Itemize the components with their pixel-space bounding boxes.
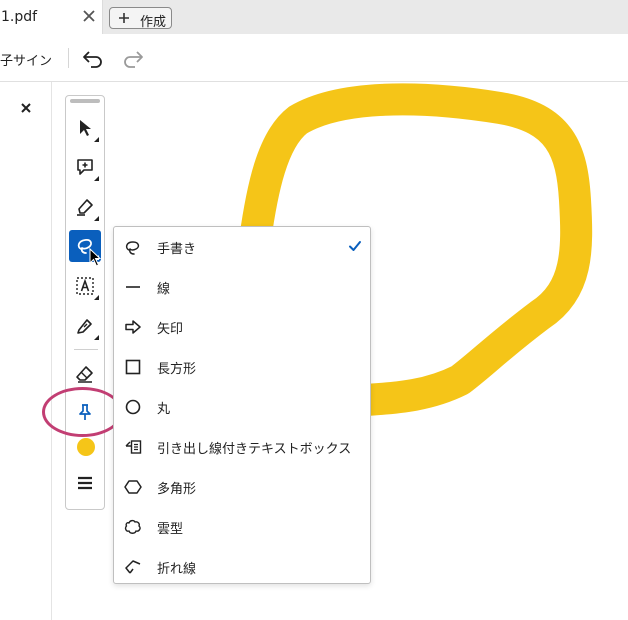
mouse-cursor-icon: [89, 248, 102, 267]
submenu-indicator: [94, 335, 99, 340]
select-tool[interactable]: [69, 112, 101, 144]
polyline-icon: [125, 560, 141, 574]
menu-item-label: 多角形: [157, 482, 197, 497]
menu-item-freehand[interactable]: 手書き: [114, 227, 370, 267]
ink-color-swatch[interactable]: [77, 438, 95, 456]
highlighter-icon: [77, 199, 93, 216]
menu-item-cloud[interactable]: 雲型: [114, 507, 370, 547]
menu-item-label: 引き出し線付きテキストボックス: [157, 442, 352, 457]
menu-item-callout[interactable]: 引き出し線付きテキストボックス: [114, 427, 370, 467]
redo-icon[interactable]: [120, 46, 146, 70]
submenu-indicator: [94, 295, 99, 300]
submenu-indicator: [94, 216, 99, 221]
eraser-icon: [76, 366, 93, 383]
submenu-indicator: [94, 176, 99, 181]
text-box-icon: [76, 277, 94, 295]
command-toolbar: 子サイン: [0, 34, 628, 82]
submenu-indicator: [94, 137, 99, 142]
line-weight-icon: [78, 476, 92, 490]
sign-tool[interactable]: [69, 310, 101, 342]
menu-item-label: 線: [157, 282, 171, 297]
text-box-tool[interactable]: [69, 270, 101, 302]
rail-grip[interactable]: [70, 99, 100, 103]
menu-item-rectangle[interactable]: 長方形: [114, 347, 370, 387]
menu-item-line[interactable]: 線: [114, 267, 370, 307]
menu-item-polygon[interactable]: 多角形: [114, 467, 370, 507]
close-panel-icon[interactable]: [19, 101, 33, 115]
freehand-icon: [125, 241, 140, 255]
document-tab[interactable]: 1.pdf: [0, 0, 103, 34]
menu-item-polyline[interactable]: 折れ線: [114, 547, 370, 587]
menu-item-label: 雲型: [157, 522, 184, 537]
menu-item-label: 長方形: [157, 362, 197, 377]
menu-item-label: 手書き: [157, 242, 197, 257]
highlight-tool[interactable]: [69, 191, 101, 223]
close-icon[interactable]: [82, 9, 96, 23]
tab-title: 1.pdf: [1, 9, 38, 25]
pen-sign-icon: [77, 319, 92, 334]
left-panel: [0, 82, 52, 620]
polygon-icon: [124, 480, 142, 494]
checkmark-icon: [349, 241, 361, 251]
menu-item-arrow[interactable]: 矢印: [114, 307, 370, 347]
rail-divider: [74, 349, 98, 350]
eraser-tool[interactable]: [69, 358, 101, 390]
new-tab-button[interactable]: 作成: [109, 7, 172, 30]
draw-shape-menu: 手書き 線 矢印 長方形 丸 引き出し線付きテキストボックス 多角形 雲型 折れ…: [113, 226, 371, 584]
menu-item-label: 丸: [157, 402, 171, 417]
tab-bar: 1.pdf 作成: [0, 0, 628, 34]
pointer-icon: [80, 120, 91, 136]
undo-icon[interactable]: [80, 46, 106, 70]
comment-tool[interactable]: [69, 151, 101, 183]
callout-icon: [125, 440, 142, 454]
annotation-tool-rail: [65, 95, 105, 510]
toolbar-divider: [68, 48, 69, 68]
menu-item-circle[interactable]: 丸: [114, 387, 370, 427]
menu-item-label: 矢印: [157, 322, 184, 337]
cloud-icon: [124, 519, 141, 534]
line-weight-tool[interactable]: [69, 467, 101, 499]
rectangle-icon: [125, 359, 141, 375]
new-tab-label: 作成: [140, 15, 167, 30]
circle-icon: [125, 399, 141, 415]
pin-tool-highlight-ring: [42, 387, 123, 437]
menu-item-label: 折れ線: [157, 562, 197, 577]
line-icon: [126, 286, 140, 288]
sign-menu-label[interactable]: 子サイン: [0, 50, 52, 69]
plus-icon: [119, 13, 129, 23]
add-comment-icon: [77, 159, 93, 175]
arrow-icon: [125, 320, 141, 334]
